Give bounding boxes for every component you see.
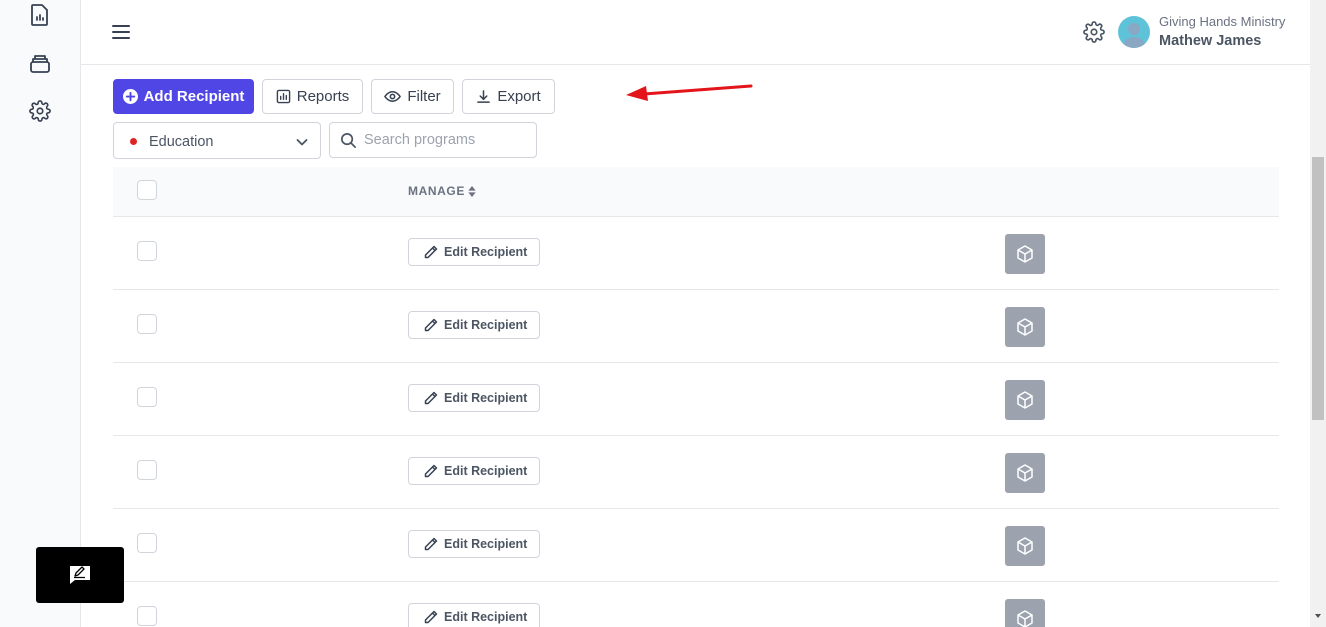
pencil-icon bbox=[424, 537, 438, 551]
edit-recipient-label: Edit Recipient bbox=[444, 245, 528, 259]
settings-gear-icon[interactable] bbox=[28, 99, 52, 123]
sidebar bbox=[0, 0, 81, 627]
feedback-chat-button[interactable] bbox=[36, 547, 124, 603]
pencil-icon bbox=[424, 391, 438, 405]
add-recipient-button[interactable]: Add Recipient bbox=[113, 79, 254, 114]
pencil-icon bbox=[424, 245, 438, 259]
table-row: Edit Recipient bbox=[113, 509, 1279, 582]
reports-label: Reports bbox=[296, 88, 350, 105]
package-button[interactable] bbox=[1005, 453, 1045, 493]
hamburger-menu-icon[interactable] bbox=[111, 22, 131, 42]
package-button[interactable] bbox=[1005, 526, 1045, 566]
table-header: MANAGE bbox=[113, 167, 1279, 217]
row-checkbox[interactable] bbox=[137, 241, 157, 261]
main-content: Giving Hands Ministry Mathew James Add R… bbox=[81, 0, 1310, 627]
package-button[interactable] bbox=[1005, 599, 1045, 627]
package-button[interactable] bbox=[1005, 234, 1045, 274]
filter-button[interactable]: Filter bbox=[371, 79, 454, 114]
edit-recipient-button[interactable]: Edit Recipient bbox=[408, 311, 541, 339]
scrollbar-thumb[interactable] bbox=[1312, 157, 1324, 420]
scroll-down-arrow-icon[interactable] bbox=[1314, 612, 1322, 620]
package-button[interactable] bbox=[1005, 307, 1045, 347]
top-bar: Giving Hands Ministry Mathew James bbox=[81, 0, 1310, 65]
pencil-icon bbox=[424, 464, 438, 478]
export-button[interactable]: Export bbox=[462, 79, 555, 114]
annotation-arrow-icon bbox=[626, 84, 753, 101]
program-select-value: Education bbox=[149, 134, 214, 150]
cube-icon bbox=[1017, 464, 1033, 482]
reports-button[interactable]: Reports bbox=[262, 79, 363, 114]
table-row: Edit Recipient bbox=[113, 363, 1279, 436]
edit-recipient-button[interactable]: Edit Recipient bbox=[408, 384, 541, 412]
edit-recipient-button[interactable]: Edit Recipient bbox=[408, 530, 541, 558]
organization-name: Giving Hands Ministry bbox=[1159, 14, 1286, 29]
row-checkbox[interactable] bbox=[137, 533, 157, 553]
manage-column-header[interactable]: MANAGE bbox=[408, 184, 476, 198]
edit-recipient-label: Edit Recipient bbox=[444, 318, 528, 332]
avatar[interactable] bbox=[1118, 16, 1150, 48]
row-checkbox[interactable] bbox=[137, 314, 157, 334]
table-row: Edit Recipient bbox=[113, 436, 1279, 509]
row-checkbox[interactable] bbox=[137, 387, 157, 407]
table-row: Edit Recipient bbox=[113, 217, 1279, 290]
table-row: Edit Recipient bbox=[113, 582, 1279, 627]
edit-recipient-button[interactable]: Edit Recipient bbox=[408, 603, 541, 627]
eye-icon bbox=[384, 91, 402, 102]
vertical-scrollbar[interactable] bbox=[1310, 0, 1326, 627]
pencil-icon bbox=[424, 610, 438, 624]
user-name[interactable]: Mathew James bbox=[1159, 33, 1261, 49]
edit-recipient-button[interactable]: Edit Recipient bbox=[408, 238, 541, 266]
table-row: Edit Recipient bbox=[113, 290, 1279, 363]
status-dot bbox=[130, 138, 137, 145]
download-icon bbox=[477, 90, 491, 103]
recipients-table: MANAGE Edit Recipient Edit Recipient Edi… bbox=[113, 167, 1279, 627]
bar-chart-icon bbox=[276, 89, 291, 104]
pencil-icon bbox=[424, 318, 438, 332]
select-all-checkbox[interactable] bbox=[137, 180, 157, 200]
edit-recipient-label: Edit Recipient bbox=[444, 537, 528, 551]
row-checkbox[interactable] bbox=[137, 460, 157, 480]
settings-gear-icon[interactable] bbox=[1083, 21, 1105, 43]
chevron-down-icon bbox=[296, 139, 308, 146]
edit-recipient-label: Edit Recipient bbox=[444, 391, 528, 405]
cube-icon bbox=[1017, 537, 1033, 555]
row-checkbox[interactable] bbox=[137, 606, 157, 626]
export-label: Export bbox=[497, 88, 541, 105]
cube-icon bbox=[1017, 391, 1033, 409]
edit-recipient-label: Edit Recipient bbox=[444, 464, 528, 478]
search-box bbox=[329, 122, 537, 158]
sort-icon bbox=[468, 185, 476, 197]
cube-icon bbox=[1017, 610, 1033, 627]
feedback-chat-icon bbox=[70, 566, 90, 584]
manage-header-label: MANAGE bbox=[408, 184, 465, 198]
edit-recipient-button[interactable]: Edit Recipient bbox=[408, 457, 541, 485]
cube-icon bbox=[1017, 245, 1033, 263]
inbox-tray-icon[interactable] bbox=[28, 51, 52, 75]
report-document-icon[interactable] bbox=[28, 3, 52, 27]
package-button[interactable] bbox=[1005, 380, 1045, 420]
edit-recipient-label: Edit Recipient bbox=[444, 610, 528, 624]
plus-circle-icon bbox=[122, 89, 138, 104]
search-input[interactable] bbox=[364, 129, 529, 151]
filter-label: Filter bbox=[407, 88, 441, 105]
search-icon bbox=[341, 133, 356, 148]
cube-icon bbox=[1017, 318, 1033, 336]
add-recipient-label: Add Recipient bbox=[143, 88, 245, 105]
program-select[interactable]: Education bbox=[113, 122, 321, 159]
